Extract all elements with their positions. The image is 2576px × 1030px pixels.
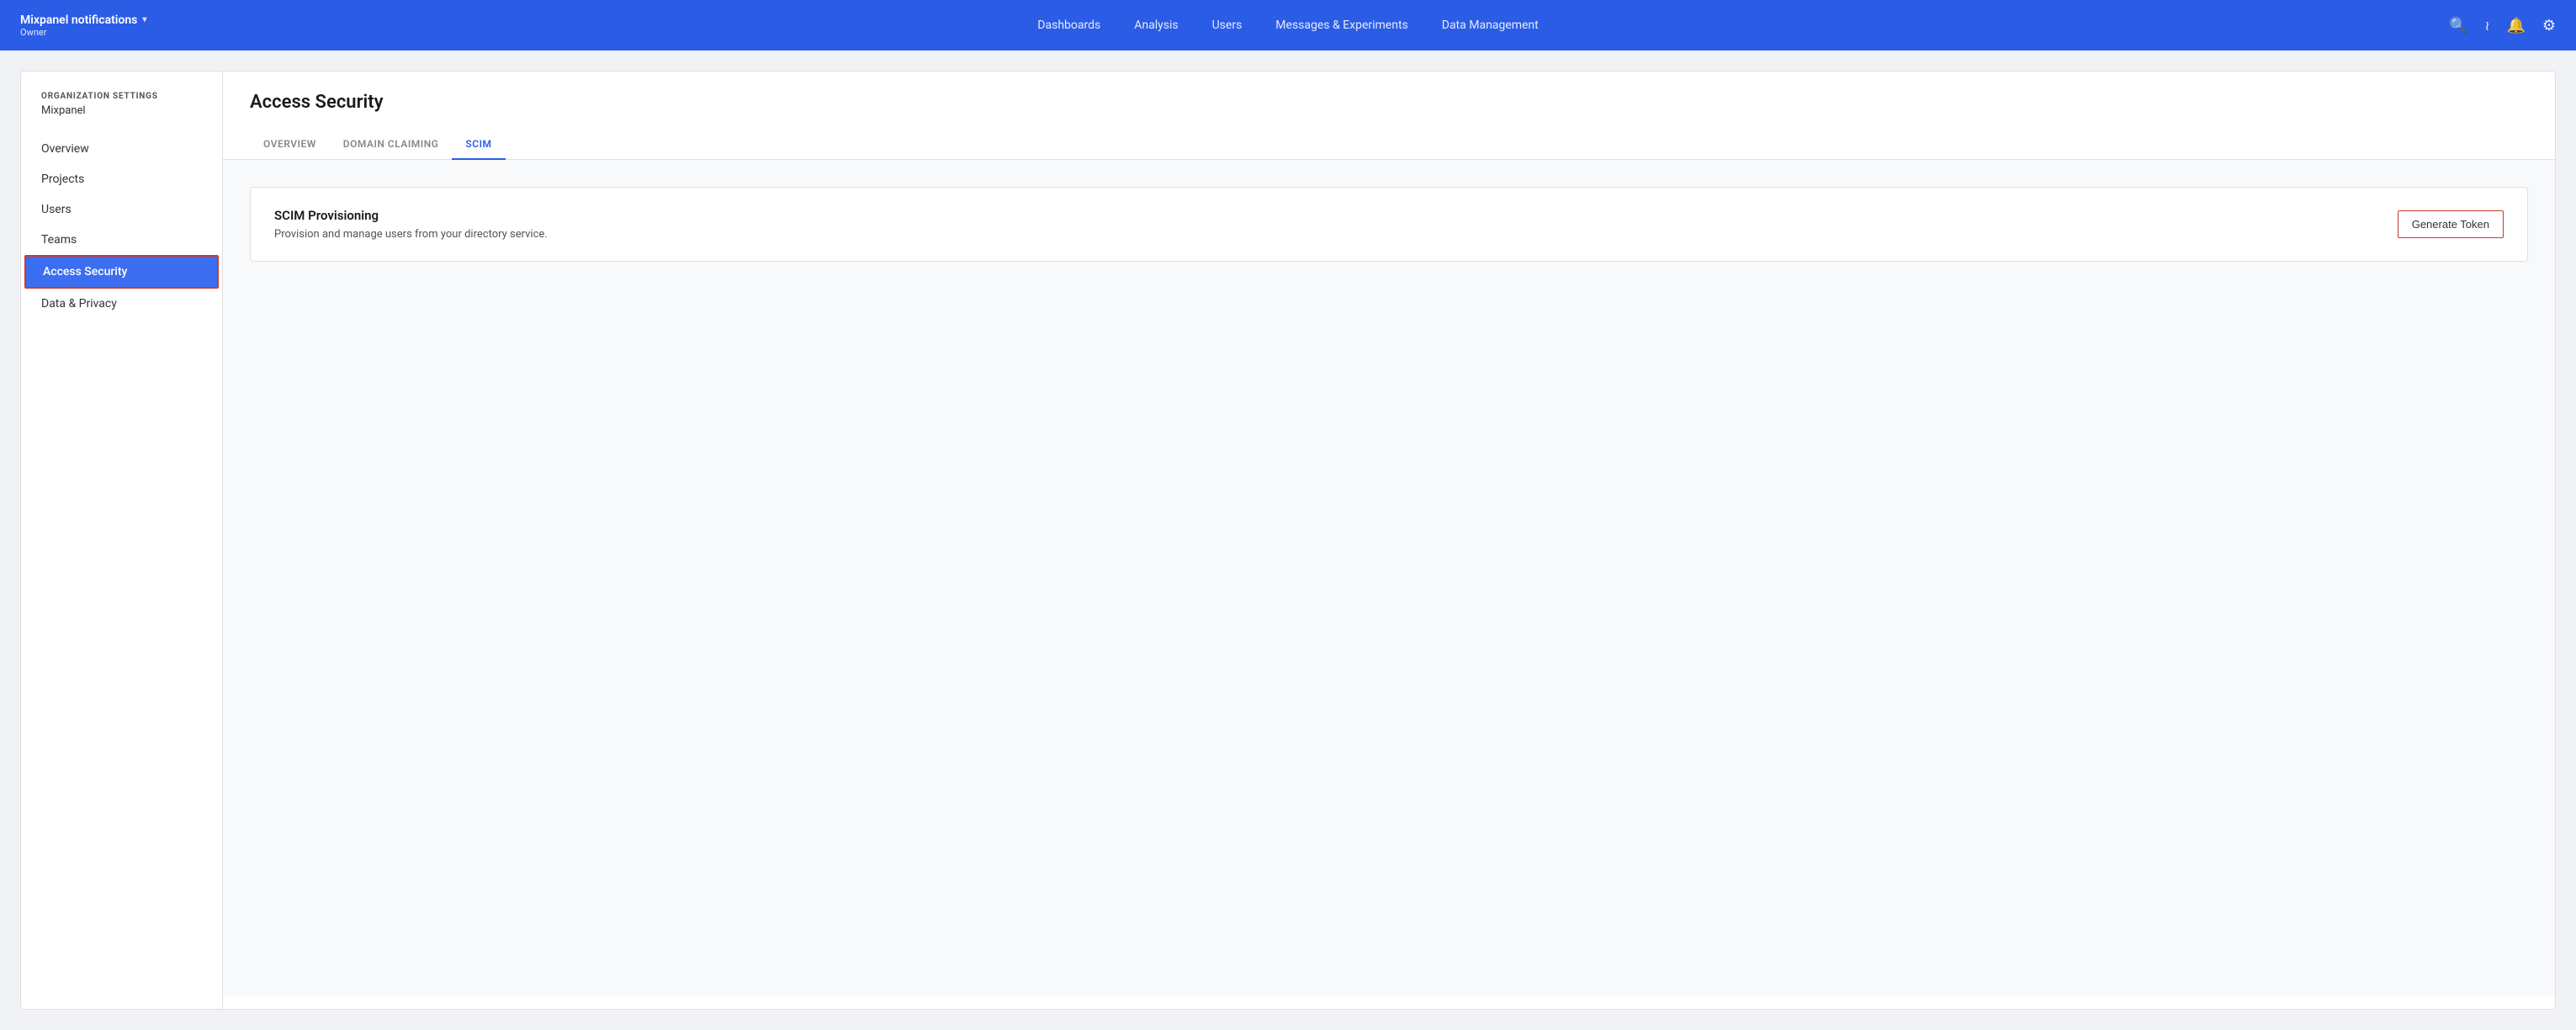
bell-icon[interactable]: 🔔 bbox=[2506, 17, 2525, 35]
sidebar-item-projects[interactable]: Projects bbox=[21, 164, 222, 194]
nav-users[interactable]: Users bbox=[1212, 19, 1243, 32]
sidebar-item-overview[interactable]: Overview bbox=[21, 134, 222, 164]
scim-card-info: SCIM Provisioning Provision and manage u… bbox=[274, 208, 548, 241]
nav-brand-title: Mixpanel notifications ▾ bbox=[20, 13, 172, 27]
main-layout: ORGANIZATION SETTINGS Mixpanel Overview … bbox=[0, 50, 2576, 1030]
scim-provisioning-card: SCIM Provisioning Provision and manage u… bbox=[250, 187, 2528, 262]
content-header: Access Security OVERVIEW DOMAIN CLAIMING… bbox=[223, 72, 2555, 160]
search-icon[interactable]: 🔍 bbox=[2449, 17, 2467, 35]
sidebar-item-access-security[interactable]: Access Security bbox=[24, 255, 219, 289]
generate-token-button[interactable]: Generate Token bbox=[2398, 210, 2504, 238]
sidebar-item-teams[interactable]: Teams bbox=[21, 225, 222, 255]
grid-icon[interactable]: ≀ bbox=[2484, 18, 2489, 34]
scim-card-description: Provision and manage users from your dir… bbox=[274, 228, 548, 241]
content-area: Access Security OVERVIEW DOMAIN CLAIMING… bbox=[222, 71, 2556, 1010]
org-settings-label: ORGANIZATION SETTINGS bbox=[21, 92, 222, 101]
nav-dashboards[interactable]: Dashboards bbox=[1037, 19, 1100, 32]
page-title: Access Security bbox=[250, 92, 2528, 113]
content-body: SCIM Provisioning Provision and manage u… bbox=[223, 160, 2555, 996]
sidebar-item-users[interactable]: Users bbox=[21, 194, 222, 225]
nav-brand[interactable]: Mixpanel notifications ▾ Owner bbox=[20, 13, 172, 38]
tab-domain-claiming[interactable]: DOMAIN CLAIMING bbox=[330, 130, 453, 160]
nav-actions: 🔍 ≀ 🔔 ⚙ bbox=[2449, 17, 2556, 35]
top-nav: Mixpanel notifications ▾ Owner Dashboard… bbox=[0, 0, 2576, 50]
gear-icon[interactable]: ⚙ bbox=[2542, 17, 2556, 35]
nav-analysis[interactable]: Analysis bbox=[1134, 19, 1178, 32]
sidebar-item-data-privacy[interactable]: Data & Privacy bbox=[21, 289, 222, 319]
tab-overview[interactable]: OVERVIEW bbox=[250, 130, 330, 160]
chevron-down-icon: ▾ bbox=[142, 15, 146, 24]
tab-scim[interactable]: SCIM bbox=[452, 130, 505, 160]
nav-links: Dashboards Analysis Users Messages & Exp… bbox=[1037, 19, 1538, 32]
org-name: Mixpanel bbox=[21, 104, 222, 117]
tabs: OVERVIEW DOMAIN CLAIMING SCIM bbox=[250, 130, 2528, 159]
brand-title-text: Mixpanel notifications bbox=[20, 13, 137, 27]
nav-data-management[interactable]: Data Management bbox=[1442, 19, 1539, 32]
sidebar: ORGANIZATION SETTINGS Mixpanel Overview … bbox=[20, 71, 222, 1010]
brand-subtitle: Owner bbox=[20, 27, 172, 38]
nav-messages-experiments[interactable]: Messages & Experiments bbox=[1275, 19, 1407, 32]
scim-card-title: SCIM Provisioning bbox=[274, 208, 548, 223]
